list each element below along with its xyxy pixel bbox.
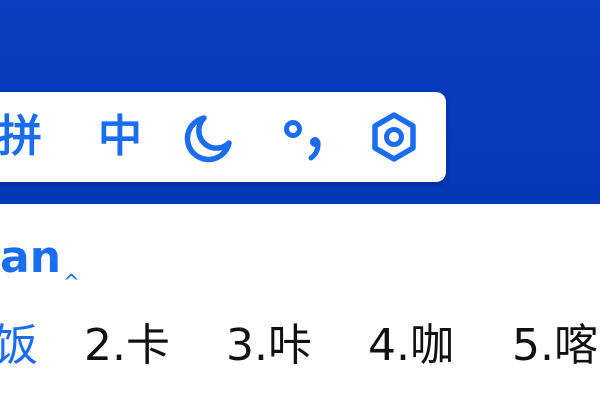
moon-icon: [184, 115, 232, 163]
pinyin-mode-button[interactable]: 拼: [0, 92, 42, 182]
settings-gear-icon: [372, 112, 416, 162]
candidate-window: an ^ 饭 2.卡 3.咔 4.咖 5.喀: [0, 204, 600, 400]
chinese-mode-label: 中: [98, 111, 142, 162]
half-width-toggle[interactable]: [182, 92, 238, 182]
candidate-5[interactable]: 5.喀: [512, 316, 598, 376]
candidate-2[interactable]: 2.卡: [84, 316, 170, 376]
candidate-list: 饭 2.卡 3.咔 4.咖 5.喀: [0, 316, 600, 376]
desktop-background: 拼 中 an ^ 饭 2.卡 3.咔 4.咖 5.喀: [0, 0, 600, 400]
ime-status-toolbar: 拼 中: [0, 92, 446, 182]
preedit-cursor: ^: [63, 270, 80, 294]
pinyin-mode-label: 拼: [0, 111, 42, 162]
candidate-3[interactable]: 3.咔: [226, 316, 312, 376]
preedit-text: an: [0, 232, 62, 283]
preedit-area: an ^: [0, 232, 80, 293]
candidate-1[interactable]: 饭: [0, 316, 38, 376]
punctuation-icon: [284, 120, 321, 161]
chinese-mode-button[interactable]: 中: [92, 92, 148, 182]
candidate-4[interactable]: 4.咖: [368, 316, 454, 376]
punctuation-toggle[interactable]: [276, 92, 332, 182]
settings-button[interactable]: [366, 92, 422, 182]
